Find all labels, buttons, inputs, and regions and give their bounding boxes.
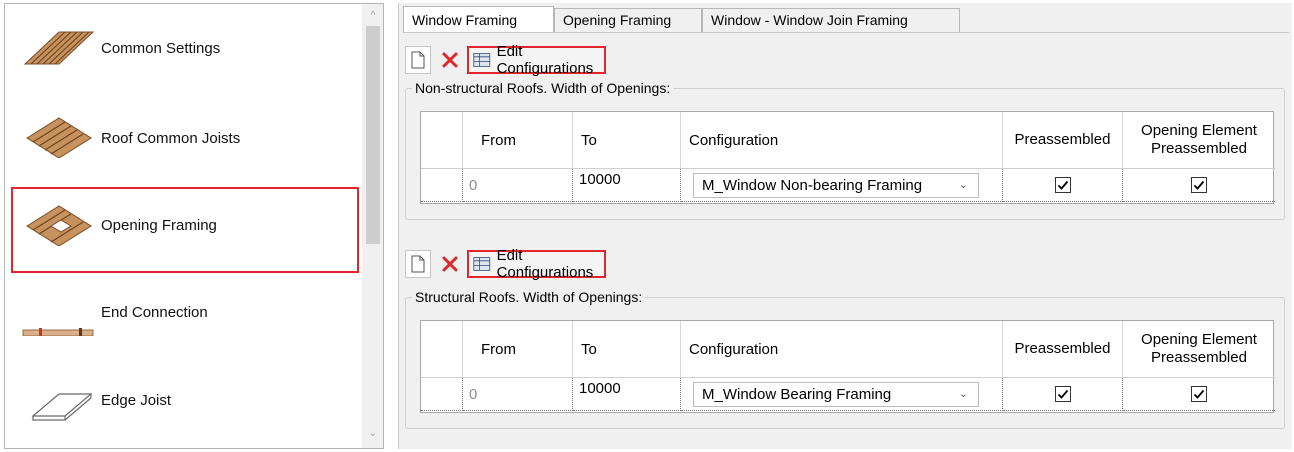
scrollbar-thumb[interactable] [366, 26, 380, 244]
opening-element-preassembled-checkbox[interactable] [1191, 177, 1207, 193]
to-cell[interactable]: 10000 [573, 378, 681, 411]
list-item-end-connection[interactable]: End Connection [5, 272, 360, 352]
preassembled-checkbox[interactable] [1055, 386, 1071, 402]
group-title: Non-structural Roofs. Width of Openings: [412, 80, 674, 96]
edit-configurations-label: Edit Configurations [496, 247, 594, 281]
list-item-edge-joist[interactable]: Edge Joist [5, 360, 360, 440]
configuration-dropdown[interactable]: M_Window Bearing Framing ⌄ [693, 382, 979, 407]
column-header-from: From [463, 321, 573, 378]
delete-row-button[interactable] [437, 46, 463, 74]
configuration-dropdown[interactable]: M_Window Non-bearing Framing ⌄ [693, 173, 979, 198]
edit-configurations-label: Edit Configurations [496, 43, 594, 77]
new-row-button[interactable] [405, 250, 431, 278]
preassembled-cell [1003, 169, 1123, 202]
scroll-up-icon[interactable]: ^ [367, 10, 379, 22]
column-header-preassembled: Preassembled [1003, 112, 1123, 169]
edit-configurations-button[interactable]: Edit Configurations [467, 43, 606, 77]
structural-roofs-group: Structural Roofs. Width of Openings: Fro… [405, 289, 1285, 429]
column-header-opening-element-preassembled: Opening Element Preassembled [1123, 321, 1275, 378]
delete-x-icon [442, 256, 458, 272]
configuration-category-list: Common Settings Roof Common Joists Openi… [4, 3, 384, 449]
to-cell[interactable]: 10000 [573, 169, 681, 202]
group-title: Structural Roofs. Width of Openings: [412, 289, 646, 305]
chevron-down-icon: ⌄ [958, 388, 968, 400]
list-item-label: End Connection [101, 304, 208, 321]
selection-highlight-frame [11, 187, 359, 273]
table-edit-icon [473, 257, 491, 271]
non-structural-roofs-group: Non-structural Roofs. Width of Openings:… [405, 80, 1285, 220]
column-header-configuration: Configuration [681, 321, 1003, 378]
tab-divider [403, 32, 1289, 33]
common-settings-joists-icon [23, 31, 95, 65]
list-item-label: Common Settings [101, 40, 221, 57]
list-item-roof-common-joists[interactable]: Roof Common Joists [5, 94, 360, 174]
preassembled-cell [1003, 378, 1123, 411]
to-value: 10000 [579, 380, 621, 397]
scroll-down-icon[interactable]: ⌄ [367, 428, 379, 440]
new-document-icon [411, 51, 425, 69]
tab-window-window-join-framing[interactable]: Window - Window Join Framing [702, 8, 960, 32]
table-edit-icon [473, 53, 491, 67]
row-header-column [421, 321, 463, 378]
configuration-cell: M_Window Bearing Framing ⌄ [681, 378, 1003, 411]
end-connection-icon [22, 328, 94, 336]
delete-x-icon [442, 52, 458, 68]
row-selector[interactable] [421, 169, 463, 202]
openings-table: From To Configuration Preassembled Openi… [420, 320, 1275, 413]
to-value: 10000 [579, 171, 621, 188]
delete-row-button[interactable] [437, 250, 463, 278]
list-item-label: Roof Common Joists [101, 130, 241, 147]
roof-common-joists-icon [26, 117, 92, 158]
new-document-icon [411, 255, 425, 273]
column-header-to: To [573, 321, 681, 378]
column-header-to: To [573, 112, 681, 169]
column-header-preassembled: Preassembled [1003, 321, 1123, 378]
from-value: 0 [469, 177, 478, 194]
tab-opening-framing[interactable]: Opening Framing [554, 8, 702, 32]
checkmark-icon [1193, 389, 1205, 399]
checkmark-icon [1057, 180, 1069, 190]
configuration-cell: M_Window Non-bearing Framing ⌄ [681, 169, 1003, 202]
row-selector[interactable] [421, 378, 463, 411]
list-item-label: Edge Joist [101, 392, 172, 409]
from-cell: 0 [463, 169, 573, 202]
opening-preassembled-cell [1123, 378, 1275, 411]
framing-settings-panel: Window Framing Opening Framing Window - … [398, 3, 1292, 449]
row-header-column [421, 112, 463, 169]
column-header-configuration: Configuration [681, 112, 1003, 169]
configuration-value: M_Window Non-bearing Framing [702, 177, 923, 194]
column-header-from: From [463, 112, 573, 169]
column-header-opening-element-preassembled: Opening Element Preassembled [1123, 112, 1275, 169]
checkmark-icon [1057, 389, 1069, 399]
edge-joist-icon [31, 393, 93, 421]
opening-element-preassembled-checkbox[interactable] [1191, 386, 1207, 402]
list-scrollbar[interactable]: ^ ⌄ [362, 4, 383, 448]
tab-window-framing[interactable]: Window Framing [403, 6, 554, 32]
openings-table: From To Configuration Preassembled Openi… [420, 111, 1275, 204]
from-value: 0 [469, 386, 478, 403]
preassembled-checkbox[interactable] [1055, 177, 1071, 193]
new-row-button[interactable] [405, 46, 431, 74]
checkmark-icon [1193, 180, 1205, 190]
chevron-down-icon: ⌄ [958, 179, 968, 191]
edit-configurations-button[interactable]: Edit Configurations [467, 247, 606, 281]
opening-preassembled-cell [1123, 169, 1275, 202]
from-cell: 0 [463, 378, 573, 411]
list-item-common-settings[interactable]: Common Settings [5, 6, 360, 86]
configuration-value: M_Window Bearing Framing [702, 386, 892, 403]
